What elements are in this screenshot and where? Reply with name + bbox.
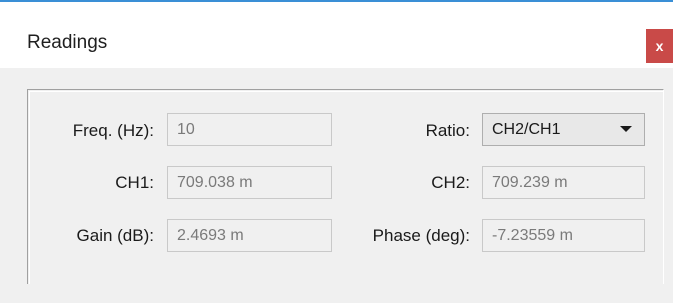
gain-field: 2.4693 m xyxy=(167,219,332,252)
readings-groupbox: Freq. (Hz): 10 Ratio: CH2/CH1 CH1: 709.0… xyxy=(27,89,664,284)
phase-label: Phase (deg): xyxy=(372,226,470,245)
title-bar[interactable]: Readings x xyxy=(0,2,673,68)
chevron-down-icon xyxy=(620,126,632,132)
content-panel: Freq. (Hz): 10 Ratio: CH2/CH1 CH1: 709.0… xyxy=(0,68,673,303)
ratio-select[interactable]: CH2/CH1 xyxy=(482,113,645,146)
ratio-label: Ratio: xyxy=(425,121,470,140)
close-icon: x xyxy=(655,38,664,54)
close-button[interactable]: x xyxy=(646,29,673,63)
freq-label: Freq. (Hz): xyxy=(72,121,154,140)
readings-window: Readings x Freq. (Hz): 10 Ratio: CH2/CH1… xyxy=(0,0,673,303)
ch1-field: 709.038 m xyxy=(167,166,332,199)
window-title: Readings xyxy=(27,32,108,53)
ratio-select-value: CH2/CH1 xyxy=(492,121,561,138)
ch1-label: CH1: xyxy=(115,173,154,192)
ch2-label: CH2: xyxy=(431,173,470,192)
gain-label: Gain (dB): xyxy=(76,226,154,245)
phase-field: -7.23559 m xyxy=(482,219,645,252)
freq-field: 10 xyxy=(167,113,332,146)
ch2-field: 709.239 m xyxy=(482,166,645,199)
